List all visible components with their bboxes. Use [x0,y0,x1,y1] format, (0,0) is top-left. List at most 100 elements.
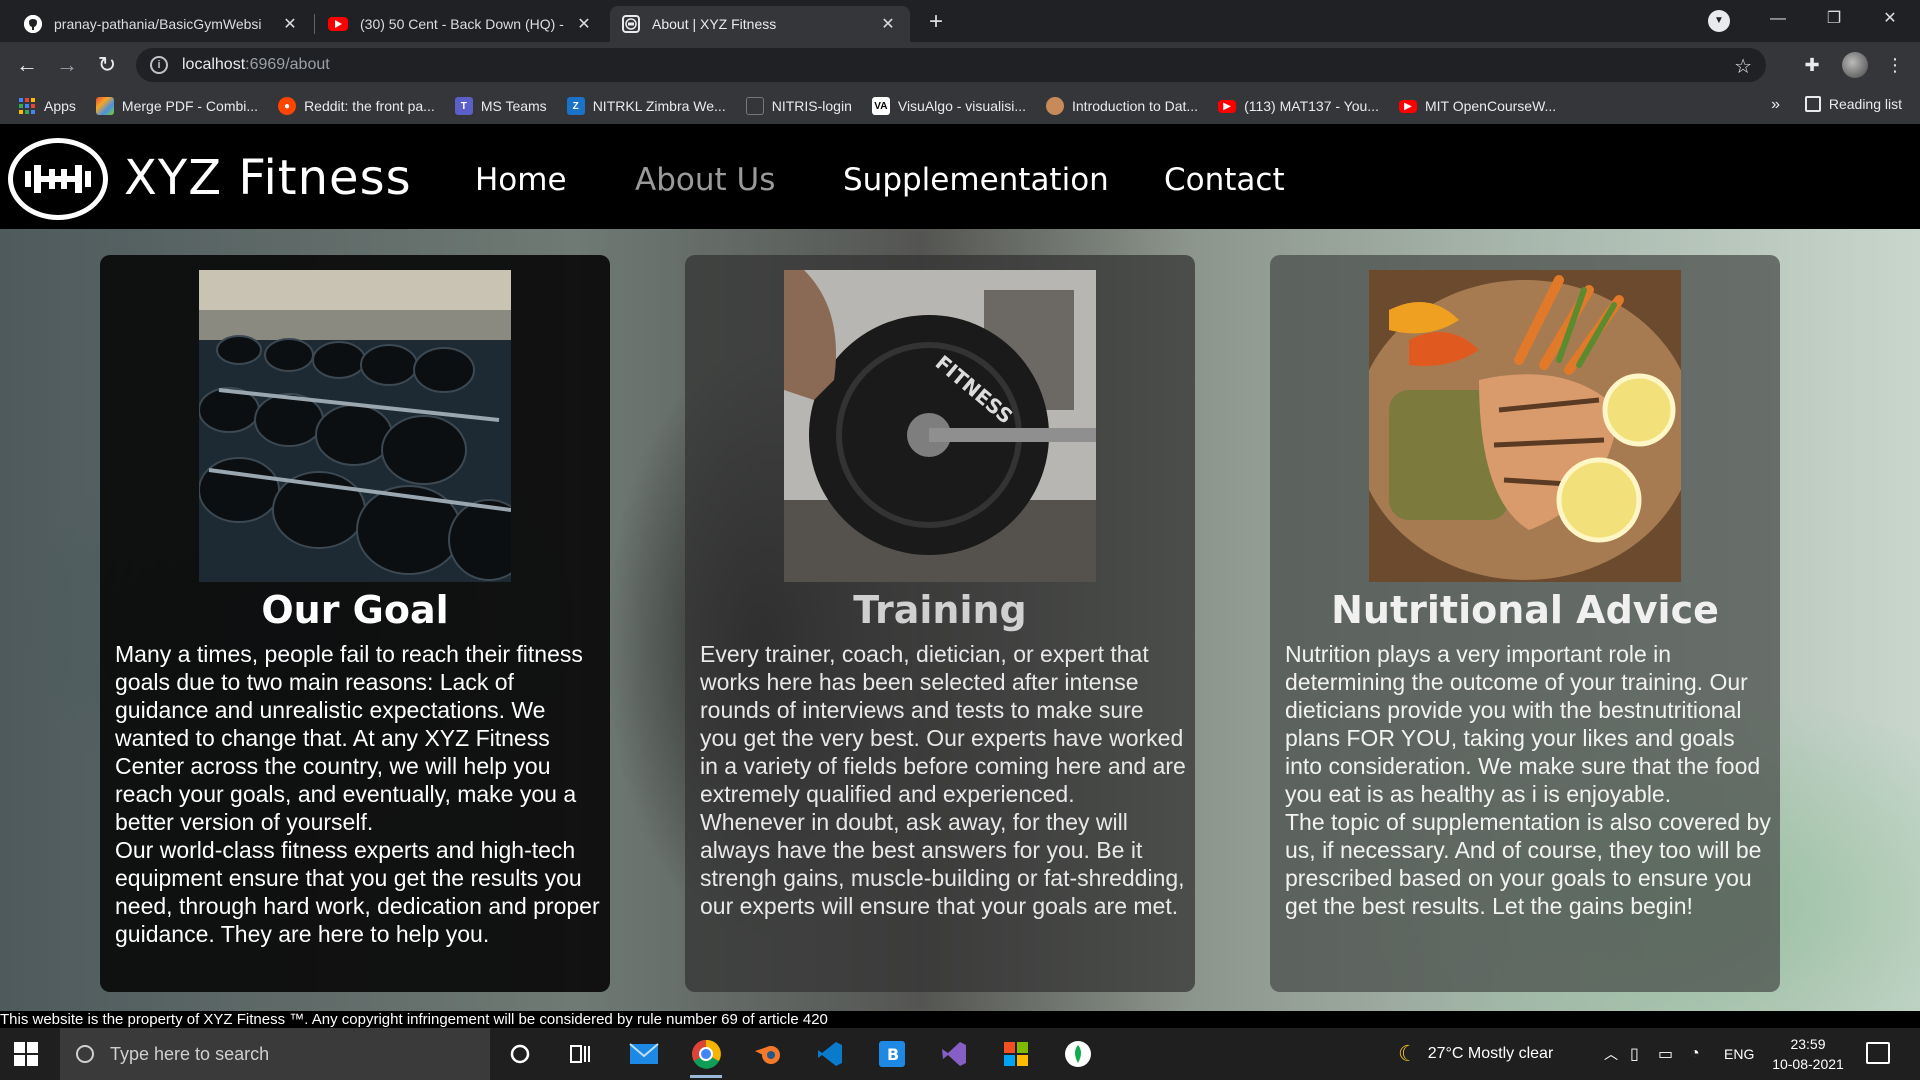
address-bar[interactable]: i localhost:6969/about ☆ [136,48,1766,82]
address-path: :6969/about [245,56,330,73]
close-icon[interactable]: ✕ [280,14,300,34]
card-paragraph: Every trainer, coach, dietician, or expe… [700,641,1186,807]
tab-title: (30) 50 Cent - Back Down (HQ) - [360,16,564,32]
restore-button[interactable]: ❐ [1806,0,1862,42]
card-training: FITNESS Training Every trainer, coach, d… [685,255,1195,992]
wifi-icon[interactable]: ◔ [1690,1028,1700,1080]
pdf-icon [95,97,114,115]
bookmark-apps[interactable]: Apps [18,97,76,115]
new-tab-button[interactable]: + [922,8,950,36]
bookmark-mat137[interactable]: ▶ (113) MAT137 - You... [1218,98,1379,114]
close-icon[interactable]: ✕ [574,14,594,34]
tab-github[interactable]: pranay-pathania/BasicGymWebsi ✕ [12,6,312,42]
system-clock[interactable]: 23:59 10-08-2021 [1768,1034,1848,1074]
minimize-button[interactable]: — [1750,0,1806,42]
reading-list-icon [1804,96,1821,112]
weather-widget[interactable]: ☾ 27°C Mostly clear [1398,1028,1553,1080]
reddit-icon: ● [278,97,297,115]
card-our-goal: Our Goal Many a times, people fail to re… [100,255,610,992]
teams-icon: T [454,97,473,115]
reading-list-button[interactable]: Reading list [1804,96,1902,112]
browser-toolbar: ← → ↻ i localhost:6969/about ☆ ✚ ⋮ [0,42,1920,88]
tab-title: About | XYZ Fitness [652,16,777,32]
site-logo-icon [622,15,640,33]
card-paragraph: Nutrition plays a very important role in… [1285,641,1761,807]
svg-text:B: B [887,1045,899,1064]
search-icon [76,1045,94,1063]
menu-kebab-icon[interactable]: ⋮ [1880,50,1910,80]
visualgo-icon: VA [871,97,890,115]
tab-divider [314,14,315,34]
leaf-app-icon[interactable] [1058,1036,1098,1072]
globe-icon [1046,97,1064,115]
close-icon[interactable]: ✕ [878,14,898,34]
tab-youtube[interactable]: (30) 50 Cent - Back Down (HQ) - ✕ [316,6,606,42]
window-close-button[interactable]: ✕ [1862,0,1918,42]
bookmark-nitris[interactable]: NITRIS-login [745,97,852,115]
tab-search-icon[interactable]: ▼ [1708,10,1730,32]
reload-button[interactable]: ↻ [92,50,122,80]
youtube-icon [328,17,348,31]
card-paragraph: Whenever in doubt, ask away, for they wi… [700,809,1185,919]
site-info-icon[interactable]: i [150,56,168,74]
tab-about-xyz-fitness[interactable]: About | XYZ Fitness ✕ [610,6,910,42]
b-app-icon[interactable]: B [872,1036,912,1072]
barbell-plate-photo: FITNESS [784,270,1096,582]
bookmarks-overflow-button[interactable]: » [1771,96,1780,114]
forward-button[interactable]: → [52,50,82,80]
language-indicator[interactable]: ENG [1724,1028,1754,1080]
blender-icon[interactable] [748,1036,788,1072]
bookmark-zimbra[interactable]: Z NITRKL Zimbra We... [566,97,726,115]
device-icon[interactable]: ▯ [1630,1028,1639,1080]
card-title: Nutritional Advice [1331,588,1719,632]
card-paragraph: The topic of supplementation is also cov… [1285,809,1771,919]
bookmark-label: NITRIS-login [771,98,852,114]
reading-list-label: Reading list [1828,96,1902,112]
extensions-icon[interactable]: ✚ [1797,50,1827,80]
nav-about-us[interactable]: About Us [635,162,775,198]
page-viewport: XYZ Fitness Home About Us Supplementatio… [0,124,1920,1028]
nav-supplementation[interactable]: Supplementation [843,162,1109,198]
address-host: localhost [182,56,246,73]
nav-contact[interactable]: Contact [1164,162,1285,198]
bookmarks-bar: Apps Merge PDF - Combi... ● Reddit: the … [0,88,1920,124]
site-navbar: XYZ Fitness Home About Us Supplementatio… [0,124,1920,229]
apps-grid-icon [18,97,36,115]
bookmark-label: (113) MAT137 - You... [1244,98,1379,114]
task-view-icon[interactable] [560,1036,600,1072]
bookmark-label: MS Teams [480,98,547,114]
battery-icon[interactable]: ▭ [1658,1028,1673,1080]
bookmark-mit-ocw[interactable]: ▶ MIT OpenCourseW... [1398,98,1557,114]
card-body: Many a times, people fail to reach their… [115,640,601,948]
bookmark-label: Merge PDF - Combi... [121,98,259,114]
mail-icon[interactable] [624,1036,664,1072]
notification-center-icon[interactable] [1866,1042,1890,1064]
bookmark-label: MIT OpenCourseW... [1424,98,1557,114]
chrome-icon[interactable] [686,1036,726,1078]
dumbbell-logo-icon[interactable] [8,138,108,220]
tab-title: pranay-pathania/BasicGymWebsi [54,16,262,32]
visual-studio-icon[interactable] [934,1036,974,1072]
card-title: Our Goal [261,588,449,632]
cortana-icon[interactable] [500,1036,540,1072]
taskbar-search-placeholder: Type here to search [110,1043,270,1064]
back-button[interactable]: ← [12,50,42,80]
bookmark-label: Apps [44,98,76,114]
clock-date: 10-08-2021 [1772,1056,1844,1072]
tray-overflow-icon[interactable]: ︿ [1604,1028,1618,1080]
profile-avatar[interactable] [1842,52,1868,78]
bookmark-star-icon[interactable]: ☆ [1734,54,1752,79]
nav-home[interactable]: Home [475,162,567,198]
bookmark-merge-pdf[interactable]: Merge PDF - Combi... [95,97,259,115]
card-body: Nutrition plays a very important role in… [1285,640,1771,920]
bookmark-intro-data[interactable]: Introduction to Dat... [1046,97,1198,115]
moon-weather-icon: ☾ [1398,1041,1418,1066]
site-brand[interactable]: XYZ Fitness [124,150,412,206]
windows-start-icon[interactable] [14,1042,38,1066]
bookmark-reddit[interactable]: ● Reddit: the front pa... [278,97,435,115]
microsoft-store-icon[interactable] [996,1036,1036,1072]
vscode-icon[interactable] [810,1036,850,1072]
taskbar-search-box[interactable]: Type here to search [60,1028,490,1080]
bookmark-ms-teams[interactable]: T MS Teams [454,97,547,115]
bookmark-visualgo[interactable]: VA VisuAlgo - visualisi... [871,97,1026,115]
